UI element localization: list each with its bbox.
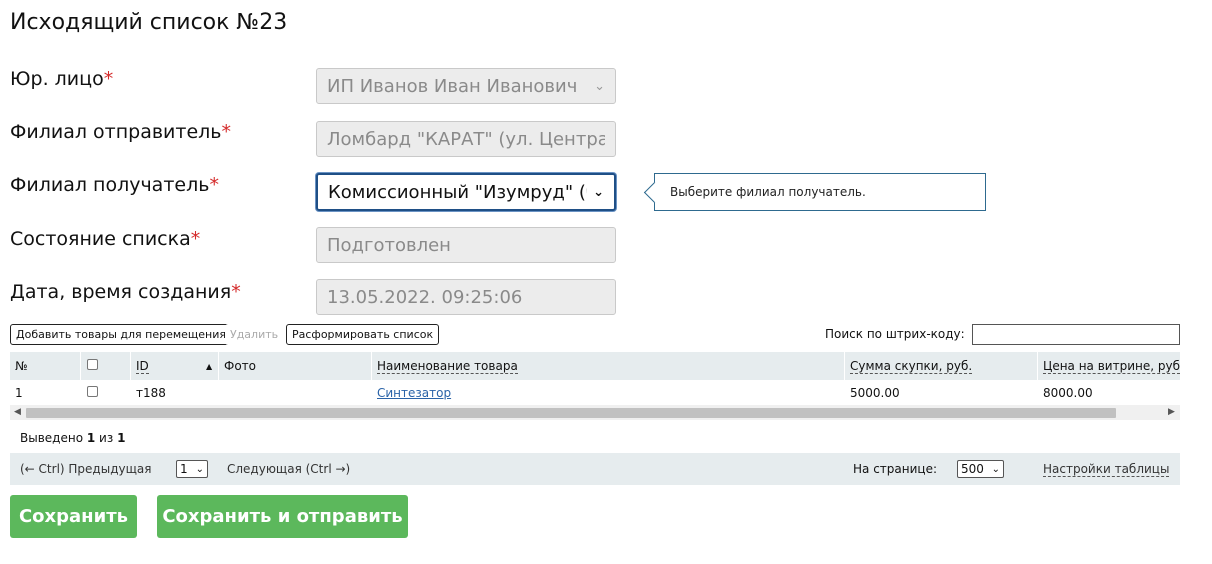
- rows-count: Выведено 1 из 1: [20, 431, 126, 445]
- required-mark: *: [103, 68, 114, 90]
- sender-branch-field[interactable]: Ломбард "КАРАТ" (ул. Централ: [316, 121, 616, 157]
- col-divider: [844, 352, 845, 380]
- table-settings-link[interactable]: Настройки таблицы: [1043, 462, 1170, 477]
- recipient-branch-label: Филиал получатель*: [10, 174, 219, 196]
- validation-tooltip: Выберите филиал получатель.: [643, 173, 986, 211]
- sender-branch-label: Филиал отправитель*: [10, 121, 231, 143]
- per-page-label: На странице:: [853, 462, 937, 476]
- scroll-right-icon[interactable]: ▶: [1168, 407, 1175, 417]
- col-shop-price-header[interactable]: Цена на витрине, руб: [1043, 359, 1180, 374]
- list-state-label: Состояние списка*: [10, 228, 201, 250]
- created-at-label: Дата, время создания*: [10, 281, 241, 303]
- required-mark: *: [190, 228, 201, 250]
- legal-entity-label: Юр. лицо*: [10, 68, 114, 90]
- page-title: Исходящий список №23: [10, 10, 288, 35]
- created-at-field[interactable]: 13.05.2022. 09:25:06: [316, 279, 616, 315]
- table-row[interactable]: 1 т188 Синтезатор 5000.00 8000.00: [10, 380, 1180, 405]
- table-header: [10, 352, 1180, 380]
- barcode-search-input[interactable]: [972, 324, 1180, 345]
- recipient-branch-select[interactable]: Комиссионный "Изумруд" (б- ⌄: [316, 173, 616, 211]
- select-all-checkbox[interactable]: [87, 359, 98, 370]
- next-page-link[interactable]: Следующая (Ctrl →): [227, 462, 350, 476]
- col-divider: [1037, 352, 1038, 380]
- col-photo-header: Фото: [224, 359, 257, 373]
- chevron-down-icon: ⌄: [594, 78, 605, 94]
- add-goods-button[interactable]: Добавить товары для перемещения: [10, 324, 233, 345]
- chevron-down-icon: ⌄: [991, 463, 1000, 475]
- tooltip-arrow: [643, 181, 666, 204]
- col-buy-sum-header[interactable]: Сумма скупки, руб.: [850, 359, 973, 374]
- scroll-left-icon[interactable]: ◀: [14, 407, 21, 417]
- save-and-send-button[interactable]: Сохранить и отправить: [157, 495, 408, 538]
- row-id: т188: [136, 386, 166, 400]
- row-checkbox[interactable]: [87, 386, 98, 397]
- col-num-header[interactable]: №: [15, 359, 27, 373]
- disband-list-button[interactable]: Расформировать список: [286, 324, 440, 345]
- required-mark: *: [221, 121, 232, 143]
- col-divider: [371, 352, 372, 380]
- col-divider: [130, 352, 131, 380]
- col-name-header[interactable]: Наименование товара: [377, 359, 518, 374]
- chevron-down-icon: ⌄: [195, 463, 204, 475]
- col-divider: [218, 352, 219, 380]
- row-num: 1: [15, 386, 23, 400]
- barcode-search-label: Поиск по штрих-коду:: [825, 327, 965, 341]
- row-buy-sum: 5000.00: [850, 386, 900, 400]
- chevron-down-icon: ⌄: [593, 184, 604, 200]
- col-id-header[interactable]: ID: [136, 359, 149, 374]
- required-mark: *: [231, 281, 241, 303]
- legal-entity-select[interactable]: ИП Иванов Иван Иванович ⌄: [316, 68, 616, 104]
- per-page-select[interactable]: 500 ⌄: [957, 460, 1004, 478]
- save-button[interactable]: Сохранить: [10, 495, 137, 538]
- col-divider: [80, 352, 81, 380]
- row-name-link[interactable]: Синтезатор: [377, 386, 451, 400]
- delete-button[interactable]: Удалить: [225, 324, 284, 345]
- page-select[interactable]: 1 ⌄: [176, 460, 208, 478]
- required-mark: *: [209, 174, 219, 196]
- sort-asc-icon: ▲: [206, 362, 213, 371]
- scrollbar-thumb[interactable]: [26, 408, 1116, 418]
- list-state-field[interactable]: Подготовлен: [316, 227, 616, 263]
- prev-page-link[interactable]: (← Ctrl) Предыдущая: [20, 462, 151, 476]
- row-shop-price: 8000.00: [1043, 386, 1093, 400]
